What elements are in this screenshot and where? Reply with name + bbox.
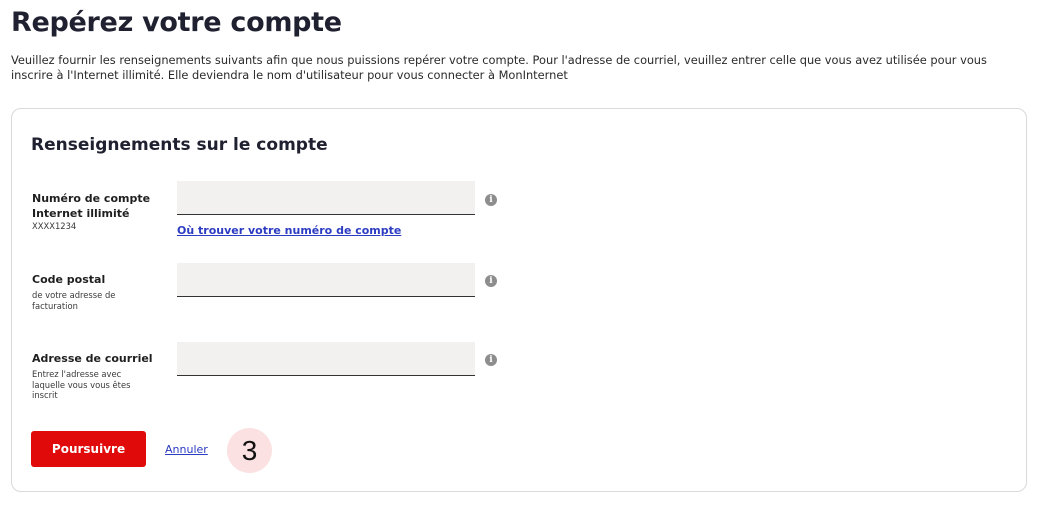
account-info-card: Renseignements sur le compte Numéro de c… [11,108,1027,492]
card-title: Renseignements sur le compte [31,135,328,155]
account-number-label: Numéro de compte Internet illimité [32,192,151,220]
intro-text: Veuillez fournir les renseignements suiv… [11,53,987,82]
find-account-number-link[interactable]: Où trouver votre numéro de compte [177,224,401,237]
continue-button[interactable]: Poursuivre [31,431,146,467]
account-number-input[interactable] [177,181,475,215]
postal-code-hint: de votre adresse de facturation [32,290,116,311]
email-hint: Entrez l'adresse avec laquelle vous vous… [32,369,131,400]
postal-code-label: Code postal [32,273,106,286]
info-icon[interactable]: i [485,194,497,206]
info-icon[interactable]: i [485,354,497,366]
step-number-badge: 3 [227,428,272,473]
account-number-hint: XXXX1234 [32,221,77,231]
postal-code-input[interactable] [177,263,475,297]
email-input[interactable] [177,342,475,376]
info-icon[interactable]: i [485,275,497,287]
email-label: Adresse de courriel [32,352,153,365]
cancel-link[interactable]: Annuler [165,443,208,456]
page-title: Repérez votre compte [11,7,342,38]
